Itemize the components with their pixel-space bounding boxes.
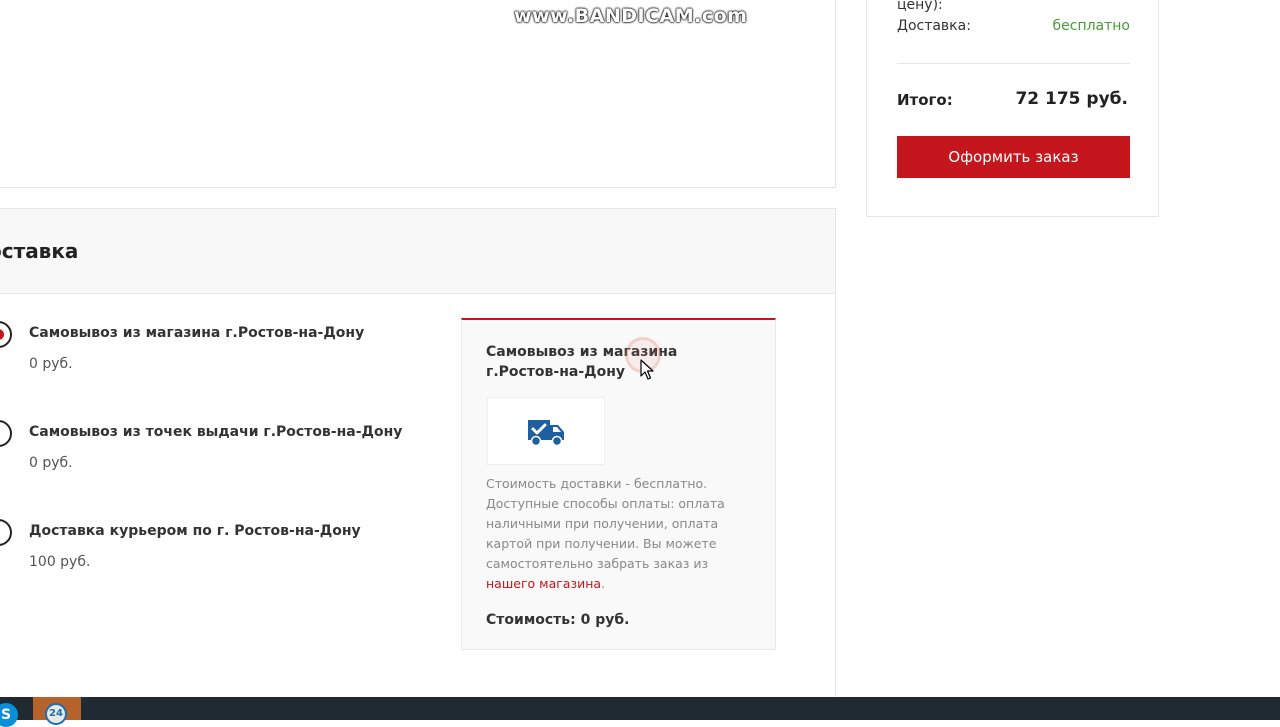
delivery-truck-check-icon bbox=[487, 397, 605, 465]
info-cost: Стоимость: 0 руб. bbox=[486, 612, 630, 628]
info-title: Самовывоз из магазина г.Ростов-на-Дону bbox=[486, 344, 678, 380]
info-description-suffix: . bbox=[601, 576, 606, 591]
cart-items-panel bbox=[0, 0, 836, 188]
option-name[interactable]: Самовывоз из точек выдачи г.Ростов-на-До… bbox=[29, 424, 402, 440]
store-link[interactable]: нашего магазина bbox=[486, 576, 601, 591]
radio-pickup-points[interactable] bbox=[0, 420, 12, 447]
delivery-title: оставка bbox=[0, 239, 79, 263]
summary-divider bbox=[897, 63, 1130, 64]
delivery-section: оставка Самовывоз из магазина г.Ростов-н… bbox=[0, 208, 836, 698]
place-order-button[interactable]: Оформить заказ bbox=[897, 136, 1130, 178]
bandicam-watermark: www.BANDICAM.com bbox=[514, 5, 748, 27]
price-note: цену): bbox=[897, 0, 943, 13]
total-label: Итого: bbox=[897, 91, 953, 109]
radio-courier[interactable] bbox=[0, 519, 12, 546]
delivery-info-card: Самовывоз из магазина г.Ростов-на-Дону С… bbox=[461, 318, 776, 650]
option-name[interactable]: Доставка курьером по г. Ростов-на-Дону bbox=[29, 523, 361, 539]
option-price: 100 руб. bbox=[29, 554, 91, 570]
order-summary: цену): Доставка: бесплатно Итого: 72 175… bbox=[866, 0, 1159, 217]
option-price: 0 руб. bbox=[29, 356, 73, 372]
os-taskbar: S 24 bbox=[0, 697, 1280, 727]
mouse-cursor-icon bbox=[640, 359, 654, 380]
total-value: 72 175 руб. bbox=[1015, 89, 1128, 109]
delivery-cost-label: Доставка: bbox=[897, 18, 971, 34]
info-description-text: Стоимость доставки - бесплатно. Доступны… bbox=[486, 476, 725, 571]
info-description: Стоимость доставки - бесплатно. Доступны… bbox=[486, 474, 756, 594]
app-24-icon[interactable]: 24 bbox=[45, 703, 67, 725]
option-name[interactable]: Самовывоз из магазина г.Ростов-на-Дону bbox=[29, 325, 364, 341]
option-price: 0 руб. bbox=[29, 455, 73, 471]
delivery-cost-value: бесплатно bbox=[1052, 18, 1131, 34]
delivery-cost-row: Доставка: бесплатно bbox=[897, 18, 1130, 34]
skype-icon[interactable]: S bbox=[0, 703, 18, 727]
taskbar-app-active[interactable]: 24 bbox=[33, 697, 81, 725]
delivery-header: оставка bbox=[0, 209, 835, 294]
radio-store-pickup[interactable] bbox=[0, 321, 12, 348]
